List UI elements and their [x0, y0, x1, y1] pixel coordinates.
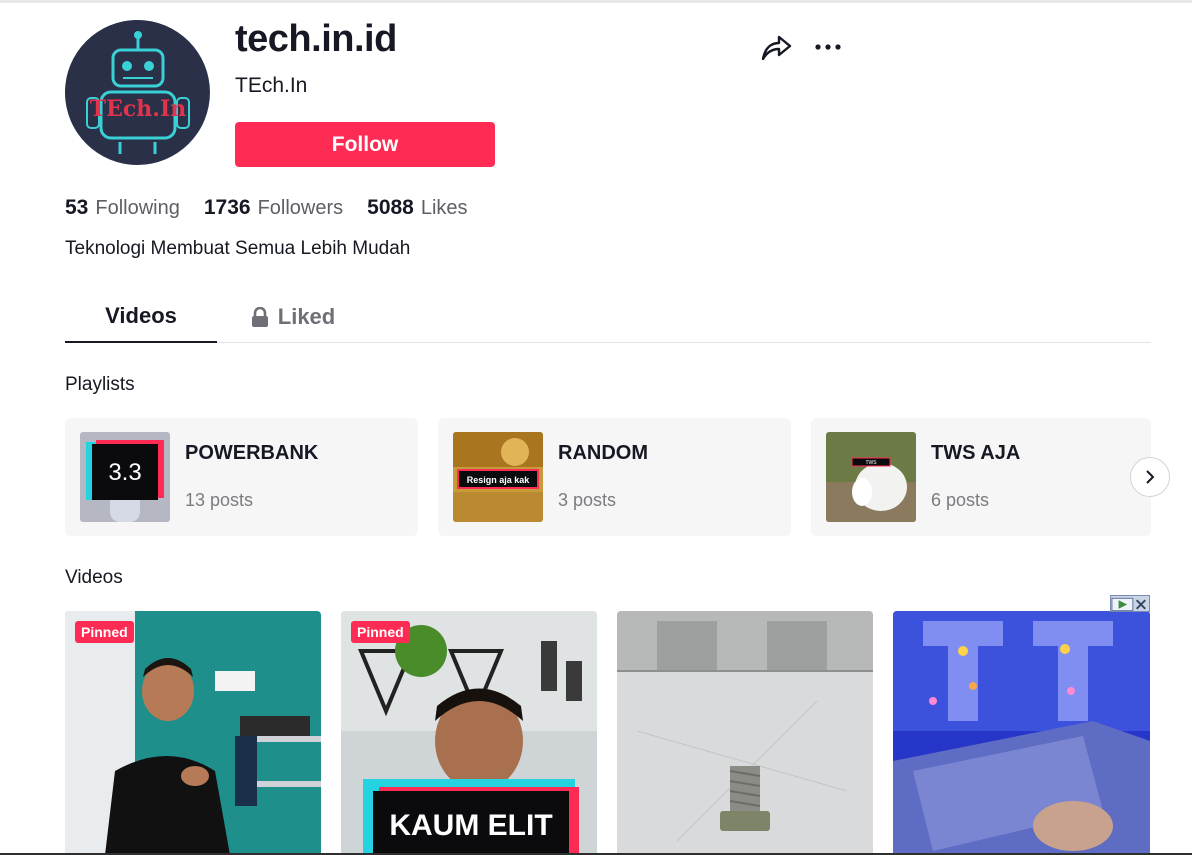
videos-heading: Videos	[65, 567, 123, 588]
playlist-thumbnail: 3.3	[80, 432, 170, 522]
svg-text:TEch.In: TEch.In	[90, 96, 186, 122]
stat-label: Likes	[420, 197, 468, 219]
playlist-name: TWS AJA	[931, 442, 1021, 464]
svg-text:3.3: 3.3	[108, 459, 141, 486]
profile-username: tech.in.id	[235, 18, 397, 60]
more-dots-icon[interactable]	[812, 32, 846, 62]
stat-label: Followers	[257, 197, 344, 219]
playlist-name: RANDOM	[558, 442, 648, 464]
video-card[interactable]: KAUM ELIT Pinned	[341, 611, 597, 855]
stat-likes: 5088 Likes	[367, 196, 467, 220]
follow-button[interactable]: Follow	[235, 122, 495, 167]
svg-text:KAUM ELIT: KAUM ELIT	[389, 809, 552, 842]
stat-label: Following	[95, 197, 180, 219]
stat-value: 53	[65, 196, 89, 219]
video-thumbnail: KAUM ELIT	[341, 611, 597, 855]
playlist-card-powerbank[interactable]: 3.3 POWERBANK 13 posts	[65, 418, 418, 536]
tab-liked[interactable]: Liked	[217, 290, 369, 343]
ad-choices-icon[interactable]	[1110, 595, 1150, 612]
stat-value: 5088	[367, 196, 414, 219]
playlist-count: 6 posts	[931, 490, 990, 510]
profile-stats: 53 Following 1736 Followers 5088 Likes	[65, 196, 492, 220]
tab-label: Videos	[105, 302, 177, 328]
video-card[interactable]	[893, 611, 1150, 855]
video-thumbnail	[65, 611, 321, 855]
video-card[interactable]	[617, 611, 873, 855]
lock-icon	[251, 306, 268, 327]
video-thumbnail	[893, 611, 1150, 855]
playlists-heading: Playlists	[65, 374, 135, 395]
playlist-name: POWERBANK	[185, 442, 319, 464]
pinned-badge: Pinned	[351, 621, 410, 643]
profile-bio: Teknologi Membuat Semua Lebih Mudah	[65, 238, 411, 259]
playlist-card-random[interactable]: Resign aja kak RANDOM 3 posts	[438, 418, 791, 536]
top-border	[0, 0, 1192, 3]
video-thumbnail	[617, 611, 873, 855]
profile-tabs: Videos Liked	[65, 290, 1151, 343]
svg-text:Resign aja kak: Resign aja kak	[467, 475, 531, 485]
stat-following[interactable]: 53 Following	[65, 196, 180, 220]
tab-label: Liked	[277, 303, 336, 329]
playlist-thumbnail: Resign aja kak	[453, 432, 543, 522]
video-card[interactable]: Pinned	[65, 611, 321, 855]
stat-followers[interactable]: 1736 Followers	[204, 196, 343, 220]
pinned-badge: Pinned	[75, 621, 134, 643]
tab-videos[interactable]: Videos	[65, 290, 217, 343]
chevron-right-icon[interactable]	[1130, 457, 1170, 497]
share-arrow-icon[interactable]	[759, 32, 793, 62]
playlist-card-tws-aja[interactable]: TWS TWS AJA 6 posts	[811, 418, 1151, 536]
svg-text:TWS: TWS	[865, 460, 877, 466]
stat-value: 1736	[203, 196, 251, 219]
playlist-thumbnail: TWS	[826, 432, 916, 522]
profile-nickname: TEch.In	[235, 74, 308, 97]
avatar[interactable]: TEch.In	[65, 20, 210, 165]
playlist-count: 13 posts	[185, 490, 254, 510]
playlist-count: 3 posts	[558, 490, 617, 510]
